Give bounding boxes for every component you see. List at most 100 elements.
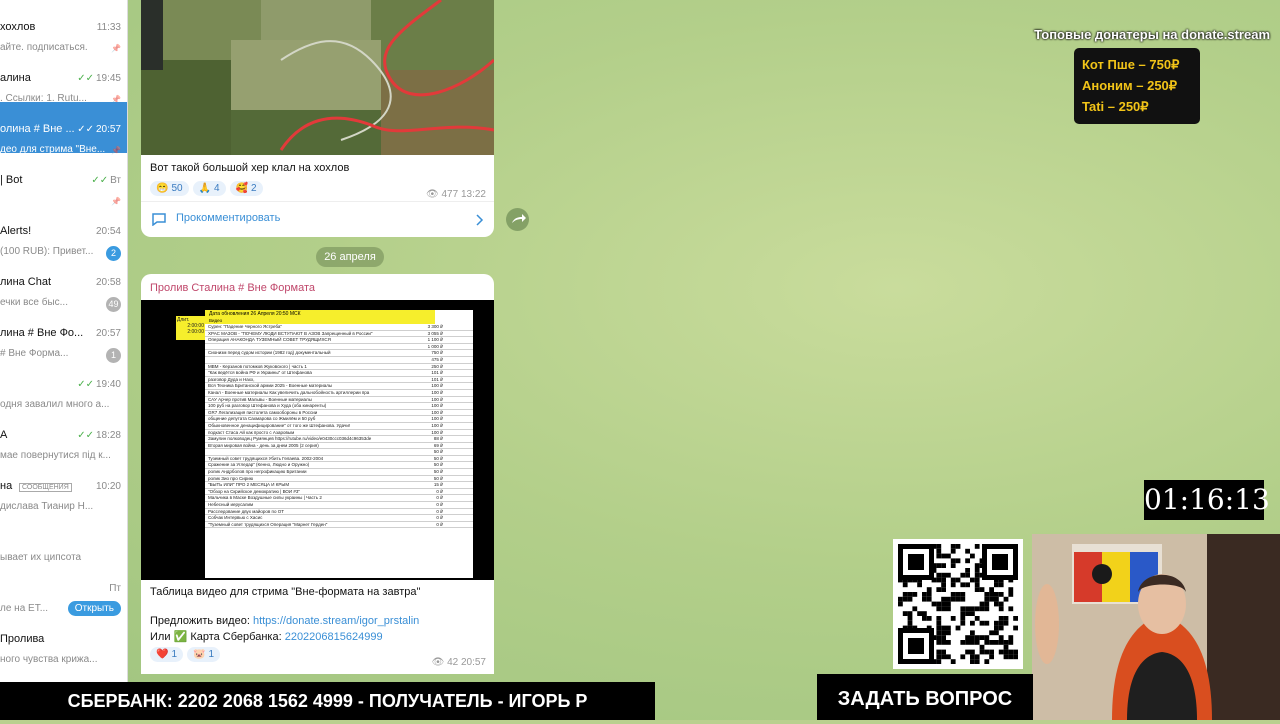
donors-title: Топовые донатеры на donate.stream <box>1034 27 1270 42</box>
chat-time-text: 20:57 <box>95 124 121 135</box>
reactions-bar[interactable]: ❤️ 1 🐷 1 <box>150 647 221 662</box>
sheet-title: Туземный совет трудящихся Убить Гелаева.… <box>208 455 324 461</box>
sheet-title: GR7 Легализация пистолета самообороны в … <box>208 409 318 415</box>
message-table-post[interactable]: Пролив Сталина # Вне Формата Длит. 2:00:… <box>141 274 494 674</box>
reaction-chip[interactable]: ❤️ 1 <box>150 647 184 662</box>
spreadsheet-image[interactable]: Длит. 2:00:00 2:00:00 Дата обновления 26… <box>141 300 494 580</box>
sheet-title: Сражение за Угледар" (Кенно, Людно и Ору… <box>208 462 310 468</box>
or-label: Или <box>150 631 171 643</box>
chat-list[interactable]: хохлов айте. подписаться. 11:33 📌 алина. Ссы… <box>0 0 128 720</box>
views-icon: 👁 <box>431 657 445 668</box>
stream-timer: 01:16:13 <box>1144 480 1270 520</box>
reaction-chip[interactable]: 😁 50 <box>150 181 189 196</box>
chat-time: 20:57 <box>96 328 121 339</box>
map-toolbar <box>141 0 163 70</box>
sheet-row: 100 руб на разговор Штефанова и Худа (об… <box>205 403 473 410</box>
chat-time-text: Вт <box>110 175 121 186</box>
sheet-amount: 100 ₽ <box>431 409 443 415</box>
sheet-amount: 0 ₽ <box>436 502 443 508</box>
ask-question-button[interactable]: ЗАДАТЬ ВОПРОС <box>817 674 1033 720</box>
chat-name: лина Chat <box>0 276 52 288</box>
chat-item[interactable]: Alerts! (100 RUB): Привет... 20:54 2 <box>0 204 127 261</box>
reaction-emoji-icon: 🥰 <box>235 183 249 194</box>
chat-time-text: 19:40 <box>95 379 121 390</box>
chat-time: 20:58 <box>96 277 121 288</box>
reaction-chip[interactable]: 🥰 2 <box>229 181 263 196</box>
sheet-row: 1 000 ₽ <box>205 344 473 351</box>
sheet-title: "БЫТЬ ИЛИ" ПРО 2 МЕСЯЦА И КРЫМ <box>208 482 290 488</box>
reaction-chip[interactable]: 🐷 1 <box>187 647 221 662</box>
views-count: 477 <box>441 189 459 200</box>
share-button[interactable] <box>506 208 529 231</box>
chat-tag: СООБЩЕНИЯ <box>19 483 72 492</box>
sheet-row: ХРАС МАЗОВ - "ПОЧЕМУ ЛЮДИ ВСТУПАЮТ В АЗО… <box>205 331 473 338</box>
reaction-count: 2 <box>251 183 257 194</box>
chat-item[interactable]: на СООБЩЕНИЯ дислава Тианир Н... 10:20 <box>0 459 127 512</box>
sheet-title: САУ Арчер против Мальвы - Военные матери… <box>208 396 312 402</box>
sheet-amount: 475 ₽ <box>431 356 443 362</box>
sheet-amount: 100 ₽ <box>431 429 443 435</box>
sheet-amount: 101 ₽ <box>431 370 443 376</box>
sheet-title: Сионизм перед судом истории (1982 год) д… <box>208 350 331 356</box>
views-count: 42 <box>447 657 459 668</box>
sheet-title: общение депутата Сахмарова со Жмилём и 5… <box>208 416 316 422</box>
chat-item[interactable]: Амае повернутися під к... ✓✓ 18:28 <box>0 408 127 461</box>
sheet-row: общение депутата Сахмарова со Жмилём и 5… <box>205 416 473 423</box>
message-time: 13:22 <box>460 189 486 200</box>
donate-link[interactable]: https://donate.stream/igor_prstalin <box>253 615 419 627</box>
sheet-row: 475 ₽ <box>205 357 473 364</box>
sheet-row: GR7 Легализация пистолета самообороны в … <box>205 410 473 417</box>
sheet-row: "Туземный совет трудящихся Операция "Мар… <box>205 522 473 529</box>
chat-item[interactable]: | Bot ✓✓ Вт 📌 <box>0 153 127 206</box>
sheet-title: подкаст Стаса Ай как просто с Азаровым <box>208 429 295 435</box>
donor-1: Кот Пше – 750₽ <box>1082 57 1180 72</box>
sheet-row: Замулин полководец Румянцев https://rutu… <box>205 436 473 443</box>
chat-name: А <box>0 429 8 441</box>
chat-item[interactable]: одня завалил много а... ✓✓ 19:40 <box>0 357 127 410</box>
chat-item[interactable]: хохлов айте. подписаться. 11:33 📌 <box>0 0 127 53</box>
sheet-title: ролик Зио про Сирию <box>208 475 254 481</box>
chat-time-text: Пт <box>109 583 121 594</box>
chat-name: хохлов <box>0 21 36 33</box>
sheet-amount: 100 ₽ <box>431 403 443 409</box>
reactions-bar[interactable]: 😁 50 🙏 4 🥰 2 <box>150 181 263 196</box>
map-image[interactable] <box>141 0 494 155</box>
sheet-row: "Обзор на Скрийское демократию | ВОИ #3"… <box>205 489 473 496</box>
sheet-amount: 3 055 ₽ <box>427 330 443 336</box>
reaction-emoji-icon: 🙏 <box>198 183 212 194</box>
chat-item[interactable]: Пролива ного чувства крижа... <box>0 612 127 665</box>
chat-name: Alerts! <box>0 225 32 237</box>
comment-button[interactable]: Прокомментировать <box>141 201 494 237</box>
sheet-amount: 1 100 ₽ <box>427 337 443 343</box>
chat-item[interactable]: алина. Ссылки: 1. Rutu... ✓✓ 19:45 📌 <box>0 51 127 104</box>
forward-icon <box>512 214 526 223</box>
qr-code <box>893 539 1023 669</box>
sheet-title: Вторая мировая война - день за днем 2005… <box>208 442 319 448</box>
donor-2: Аноним – 250₽ <box>1082 78 1178 93</box>
chat-item[interactable]: лина # Вне Фо... # Вне Форма... 20:57 1 <box>0 306 127 363</box>
chat-item[interactable]: лина Chat ечки все быс... 20:58 49 <box>0 255 127 312</box>
chat-time: 10:20 <box>96 481 121 492</box>
sheet-row: Собчак Интервью с Хасис 0 ₽ <box>205 515 473 522</box>
sheet-row: МВМ - Керзанов потомков Жуковского | час… <box>205 364 473 371</box>
sheet-amount: 0 ₽ <box>436 521 443 527</box>
card-number[interactable]: 2202206815624999 <box>285 631 383 643</box>
sheet-video-label: Видео <box>205 318 435 324</box>
channel-name[interactable]: Пролив Сталина # Вне Формата <box>150 282 315 294</box>
chat-name: алина <box>0 72 31 84</box>
chat-item[interactable]: олина # Вне ... део для стрима "Вне... ✓✓ 2… <box>0 102 127 155</box>
sheet-title: Мальчика в Маске Воздушные силы украины … <box>208 495 322 501</box>
reaction-chip[interactable]: 🙏 4 <box>192 181 226 196</box>
chat-item[interactable]: ле на ЕТ... Пт Открыть <box>0 561 127 616</box>
read-check-icon: ✓✓ <box>77 124 94 135</box>
reaction-emoji-icon: 🐷 <box>193 649 206 660</box>
message-map-post[interactable]: Вот такой большой хер клал на хохлов 😁 50… <box>141 0 494 237</box>
sheet-row: САУ Арчер против Мальвы - Военные матери… <box>205 397 473 404</box>
message-text: Вот такой большой хер клал на хохлов <box>150 162 350 174</box>
sheet-title: Операция АНАКОНДА ТУЗЕМНЫЙ СОВЕТ ТРУДЯЩИ… <box>208 337 331 343</box>
sheet-amount: 100 ₽ <box>431 416 443 422</box>
comment-label: Прокомментировать <box>176 212 281 224</box>
chat-item[interactable]: ывает их ципсота <box>0 510 127 563</box>
sheet-row: Туземный совет трудящихся Убить Гелаева.… <box>205 456 473 463</box>
sheet-row: Сионизм перед судом истории (1982 год) д… <box>205 350 473 357</box>
